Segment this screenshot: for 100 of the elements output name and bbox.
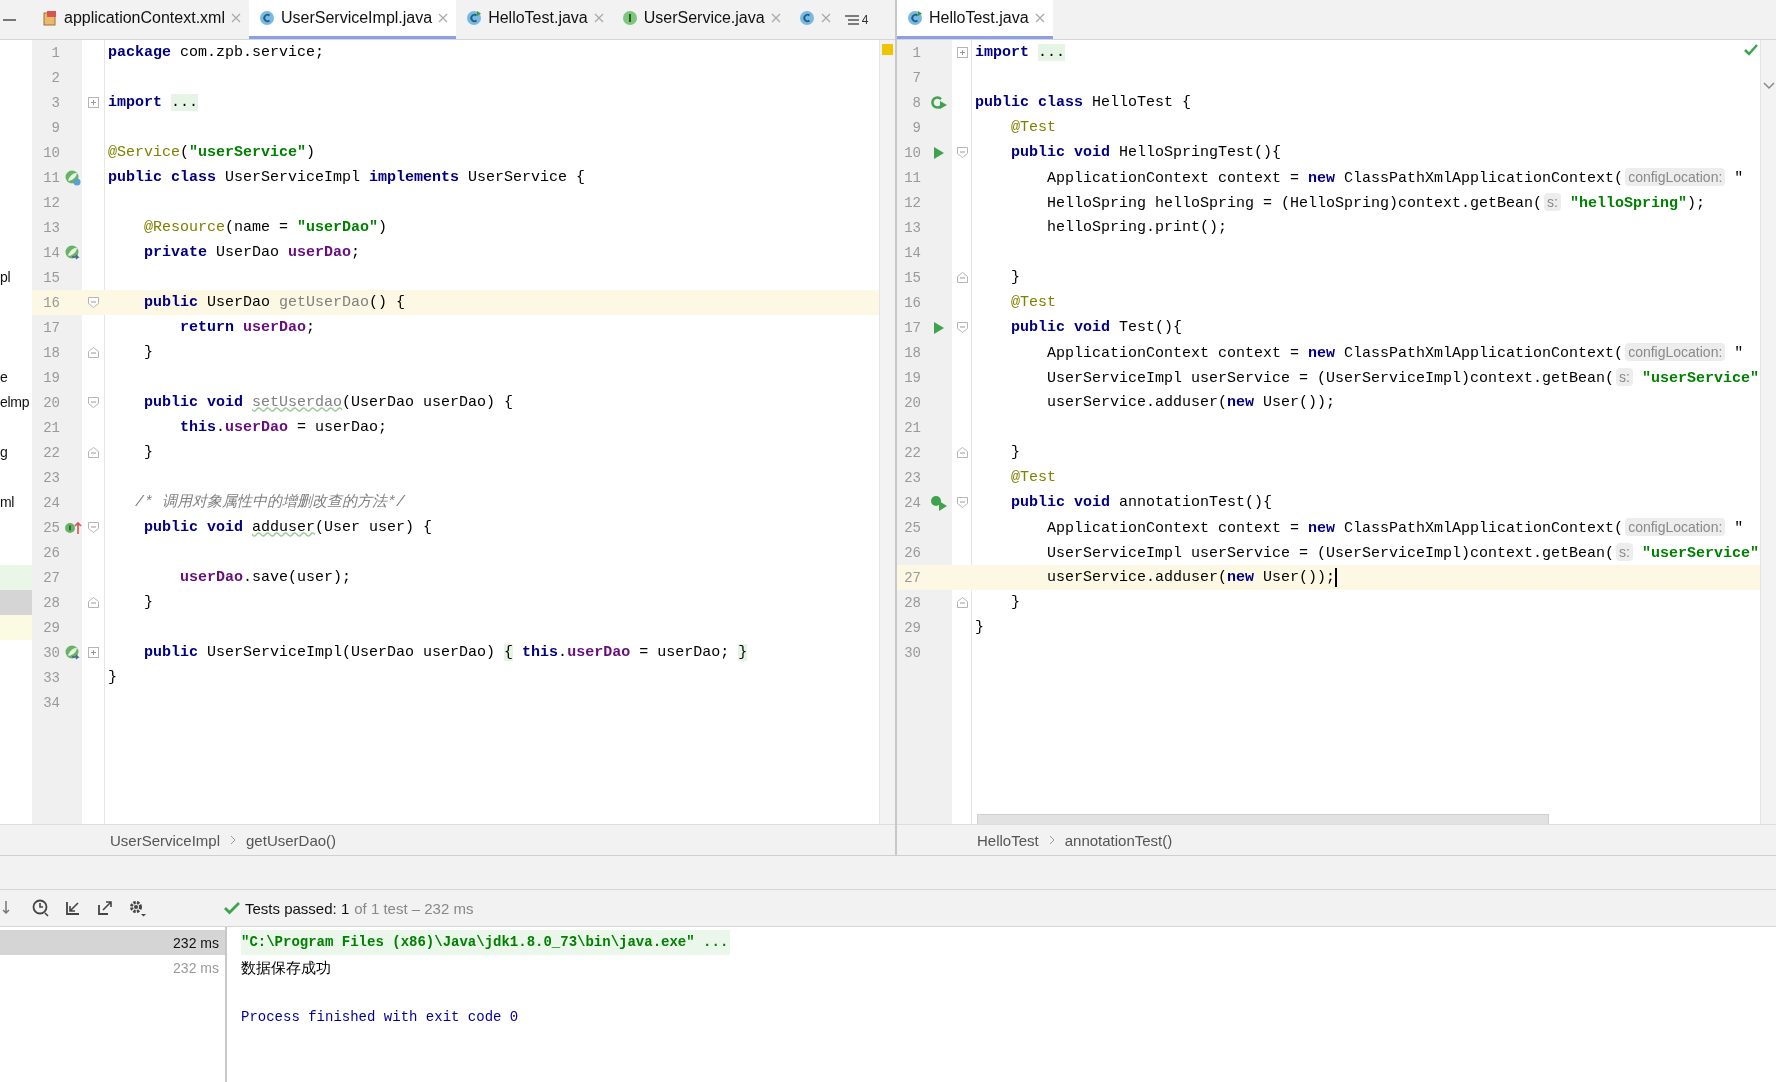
leaf-icon[interactable]: [65, 169, 81, 186]
file-icon: [798, 10, 815, 26]
line-number: 16: [904, 294, 921, 311]
line-number: 28: [43, 594, 60, 611]
line-number: 22: [904, 444, 921, 461]
editor-tab[interactable]: UserService.java: [611, 0, 789, 39]
fold-icon[interactable]: [88, 522, 99, 533]
line-number: 10: [904, 144, 921, 161]
line-number: 21: [904, 419, 921, 436]
fold-icon[interactable]: [956, 322, 968, 333]
code-line: public void annotationTest(){: [1010, 492, 1273, 513]
code-line: public void adduser(User user) {: [143, 517, 433, 538]
expand-icon[interactable]: [88, 647, 99, 658]
fold-icon[interactable]: [956, 597, 968, 608]
line-number: 29: [904, 619, 921, 636]
line-number: 29: [43, 619, 60, 636]
close-icon[interactable]: [1034, 13, 1045, 23]
scrollbar[interactable]: [879, 40, 895, 824]
code-line: public void HelloSpringTest(){: [1010, 142, 1282, 163]
fold-icon[interactable]: [88, 447, 99, 458]
code-line: public class HelloTest {: [975, 92, 1192, 113]
chevron-down-icon[interactable]: [1762, 82, 1775, 90]
close-icon[interactable]: [593, 13, 604, 23]
code-line: @Test: [1010, 292, 1056, 313]
editor-tab[interactable]: HelloTest.java: [456, 0, 612, 39]
code-line: }: [143, 592, 153, 613]
tree-item[interactable]: ml: [0, 492, 15, 512]
line-number: 11: [43, 169, 60, 186]
hidden-tabs-button[interactable]: 4: [838, 0, 875, 39]
code-line: ApplicationContext context = new ClassPathXmlApplicationContext( configLocation: ": [1046, 516, 1744, 539]
expand-icon[interactable]: [956, 47, 968, 58]
horizontal-scrollbar[interactable]: [977, 814, 1549, 824]
test-status: Tests passed: 1: [245, 899, 350, 917]
line-number: 26: [43, 544, 60, 561]
code-line: }: [1010, 442, 1020, 463]
file-icon: [258, 10, 275, 26]
breadcrumb-item[interactable]: HelloTest: [977, 831, 1039, 849]
run-icon[interactable]: [932, 320, 945, 335]
line-number: 21: [43, 419, 60, 436]
tree-item[interactable]: pl: [0, 267, 11, 287]
close-icon[interactable]: [820, 13, 831, 23]
line-number: 15: [43, 269, 60, 286]
editor-tab[interactable]: UserServiceImpl.java: [248, 0, 457, 39]
line-number: 27: [43, 569, 60, 586]
code-line: HelloSpring helloSpring = (HelloSpring)context.getBean( s: "helloSpring");: [1046, 191, 1706, 214]
fold-icon[interactable]: [956, 147, 968, 158]
expand-icon[interactable]: [88, 97, 99, 108]
code-line: @Test: [1010, 117, 1056, 138]
rerun-icon[interactable]: [929, 94, 948, 111]
code-line: public UserServiceImpl(UserDao userDao) { this.userDao = userDao; }: [143, 642, 748, 663]
line-number: 9: [912, 119, 921, 136]
line-number: 34: [43, 694, 60, 711]
fold-icon[interactable]: [88, 297, 99, 308]
breadcrumb-item[interactable]: UserServiceImpl: [110, 831, 221, 849]
settings-icon: [128, 899, 146, 917]
line-number: 17: [43, 319, 60, 336]
close-icon[interactable]: [438, 13, 449, 23]
file-icon: [42, 10, 58, 26]
code-line: }: [1010, 267, 1020, 288]
export-icon: [97, 900, 113, 916]
close-icon[interactable]: [230, 13, 241, 23]
line-number: 13: [904, 219, 921, 236]
fold-icon[interactable]: [88, 397, 99, 408]
file-icon: [907, 10, 923, 26]
code-line: }: [108, 667, 117, 688]
code-line: }: [975, 617, 984, 638]
implements-icon[interactable]: [64, 519, 82, 536]
code-line: helloSpring.print();: [1046, 217, 1228, 238]
code-line: private UserDao userDao;: [143, 242, 361, 263]
line-number: 33: [43, 669, 60, 686]
run-icon[interactable]: [932, 145, 945, 160]
editor-tab[interactable]: applicationContext.xml: [32, 0, 249, 39]
line-number: 19: [43, 369, 60, 386]
line-number: 17: [904, 319, 921, 336]
tree-item[interactable]: g: [0, 442, 8, 462]
breadcrumb-item[interactable]: getUserDao(): [246, 831, 337, 849]
code-line: import ...: [975, 42, 1066, 63]
line-number: 12: [43, 194, 60, 211]
line-number: 12: [904, 194, 921, 211]
editor-tab[interactable]: HelloTest.java: [897, 0, 1053, 39]
line-number: 15: [904, 269, 921, 286]
run-check-icon[interactable]: [929, 494, 948, 511]
line-number: 14: [904, 244, 921, 261]
check-icon: [1744, 44, 1758, 56]
fold-icon[interactable]: [956, 497, 968, 508]
scrollbar[interactable]: [1760, 40, 1776, 824]
import-icon: [65, 900, 81, 916]
tree-item[interactable]: e: [0, 367, 8, 387]
fold-icon[interactable]: [88, 347, 99, 358]
code-line: @Test: [1010, 467, 1056, 488]
line-number: 1: [912, 44, 921, 61]
close-icon[interactable]: [770, 13, 781, 23]
code-line: public UserDao getUserDao() {: [143, 292, 406, 313]
test-duration[interactable]: 232 ms: [0, 930, 225, 955]
tree-item[interactable]: elmp: [0, 392, 30, 412]
fold-icon[interactable]: [956, 447, 968, 458]
fold-icon[interactable]: [956, 272, 968, 283]
file-icon: [621, 10, 638, 26]
fold-icon[interactable]: [88, 597, 99, 608]
breadcrumb-item[interactable]: annotationTest(): [1064, 831, 1173, 849]
